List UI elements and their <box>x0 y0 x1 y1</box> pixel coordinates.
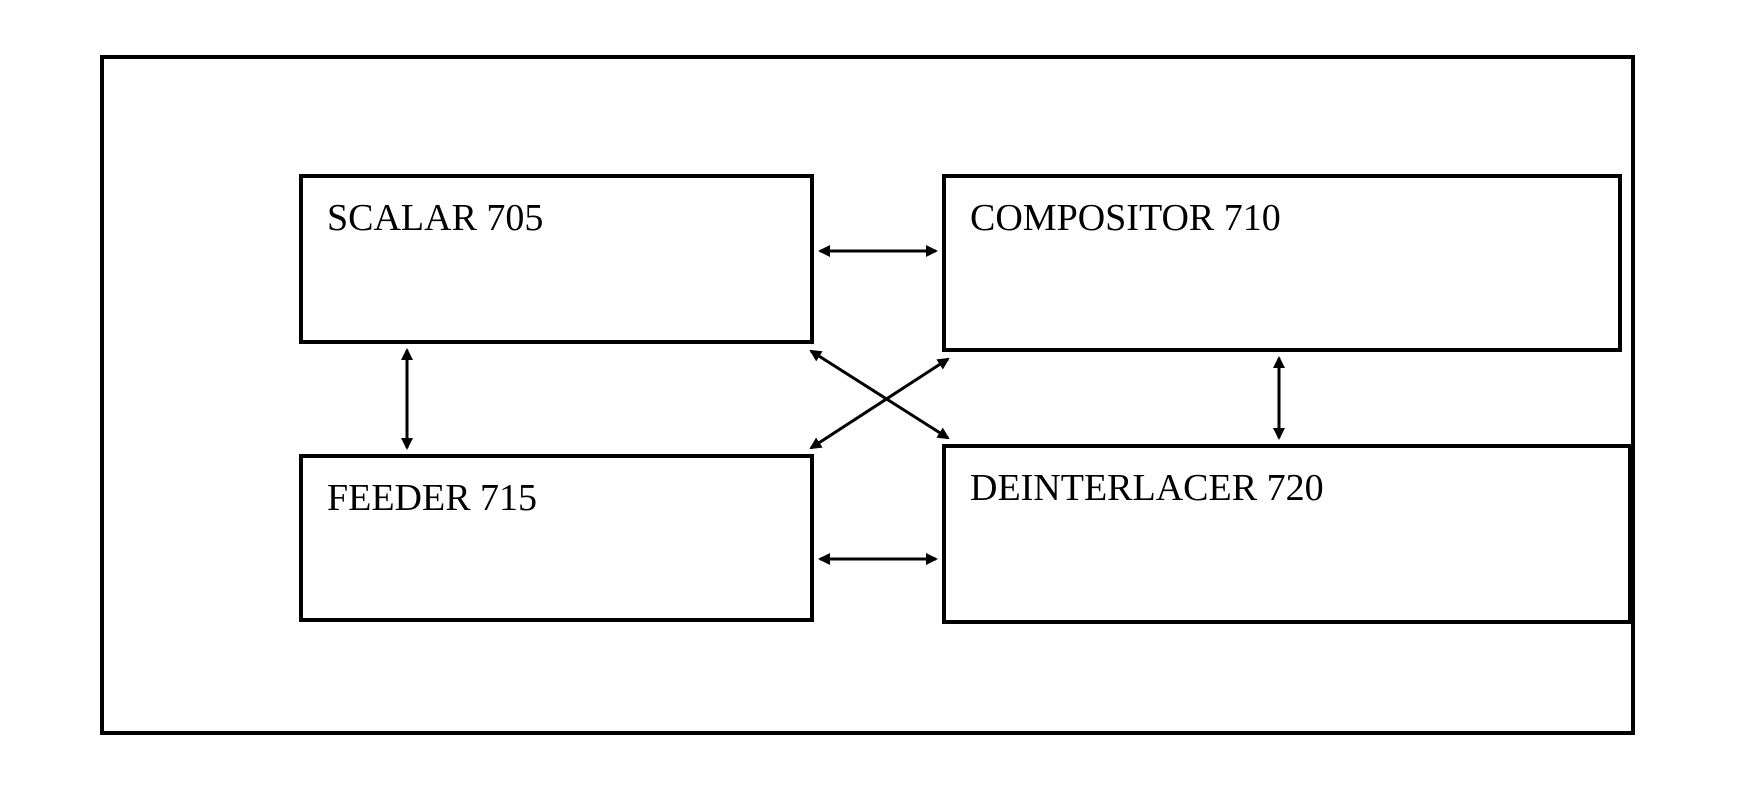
scalar-label: SCALAR 705 <box>327 196 543 240</box>
connections-svg <box>104 59 1639 739</box>
feeder-block: FEEDER 715 <box>299 454 814 622</box>
feeder-label: FEEDER 715 <box>327 476 537 520</box>
deinterlacer-block: DEINTERLACER 720 <box>942 444 1632 624</box>
deinterlacer-label: DEINTERLACER 720 <box>970 466 1324 510</box>
scalar-block: SCALAR 705 <box>299 174 814 344</box>
compositor-block: COMPOSITOR 710 <box>942 174 1622 352</box>
compositor-label: COMPOSITOR 710 <box>970 196 1281 240</box>
diagram-frame: SCALAR 705 COMPOSITOR 710 FEEDER 715 DEI… <box>100 55 1635 735</box>
